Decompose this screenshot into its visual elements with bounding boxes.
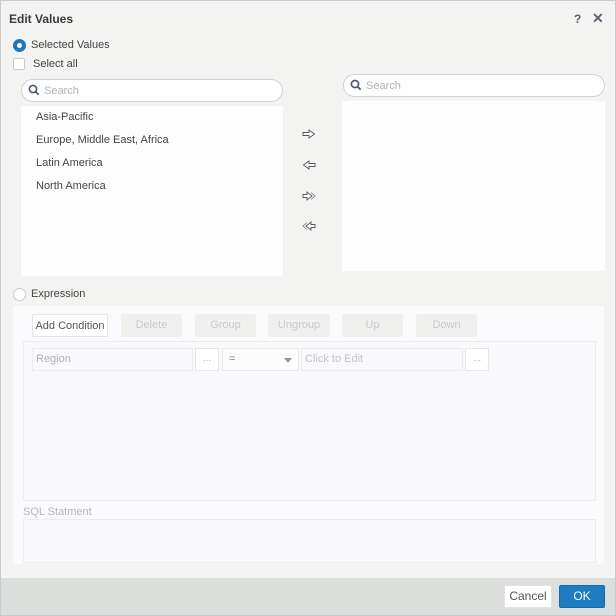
- help-icon[interactable]: ?: [574, 12, 581, 26]
- list-item[interactable]: Latin America: [36, 157, 103, 169]
- dialog-title: Edit Values: [9, 12, 74, 26]
- select-all-checkbox[interactable]: [13, 58, 25, 70]
- left-search: [21, 79, 283, 102]
- select-all-label[interactable]: Select all: [33, 58, 78, 70]
- arrow-right-icon[interactable]: [302, 129, 316, 139]
- search-icon: [350, 79, 362, 91]
- search-icon: [28, 84, 40, 96]
- operator-value: =: [229, 353, 236, 365]
- add-condition-button[interactable]: Add Condition: [32, 314, 108, 337]
- cancel-button[interactable]: Cancel: [504, 585, 552, 608]
- up-button[interactable]: Up: [342, 314, 403, 337]
- left-search-input[interactable]: [44, 83, 274, 99]
- value-browse-button[interactable]: ...: [465, 348, 489, 371]
- condition-value-field[interactable]: Click to Edit: [301, 348, 463, 371]
- right-search-input[interactable]: [366, 78, 596, 94]
- list-item[interactable]: North America: [36, 180, 106, 192]
- double-arrow-left-icon[interactable]: [302, 221, 316, 231]
- list-item[interactable]: Asia-Pacific: [36, 111, 93, 123]
- right-search: [343, 74, 605, 97]
- operator-select[interactable]: =: [222, 348, 299, 371]
- expression-label[interactable]: Expression: [31, 288, 85, 300]
- condition-field[interactable]: Region: [32, 348, 193, 371]
- available-values-list[interactable]: Asia-Pacific Europe, Middle East, Africa…: [21, 106, 283, 276]
- expression-radio[interactable]: [13, 288, 26, 301]
- ok-button[interactable]: OK: [559, 585, 605, 608]
- chevron-down-icon: [284, 358, 292, 363]
- selected-values-label[interactable]: Selected Values: [31, 39, 110, 51]
- arrow-left-icon[interactable]: [302, 160, 316, 170]
- ungroup-button[interactable]: Ungroup: [268, 314, 330, 337]
- selected-values-radio[interactable]: [13, 39, 26, 52]
- field-browse-button[interactable]: ...: [195, 348, 219, 371]
- sql-statement-box[interactable]: [23, 519, 596, 563]
- close-icon[interactable]: ✕: [592, 10, 604, 27]
- edit-values-dialog: Edit Values ? ✕ Selected Values Select a…: [0, 0, 616, 616]
- selected-values-list[interactable]: [342, 101, 605, 271]
- group-button[interactable]: Group: [195, 314, 256, 337]
- sql-statement-label: SQL Statment: [23, 506, 92, 518]
- double-arrow-right-icon[interactable]: [302, 191, 316, 201]
- down-button[interactable]: Down: [416, 314, 477, 337]
- list-item[interactable]: Europe, Middle East, Africa: [36, 134, 169, 146]
- delete-button[interactable]: Delete: [121, 314, 182, 337]
